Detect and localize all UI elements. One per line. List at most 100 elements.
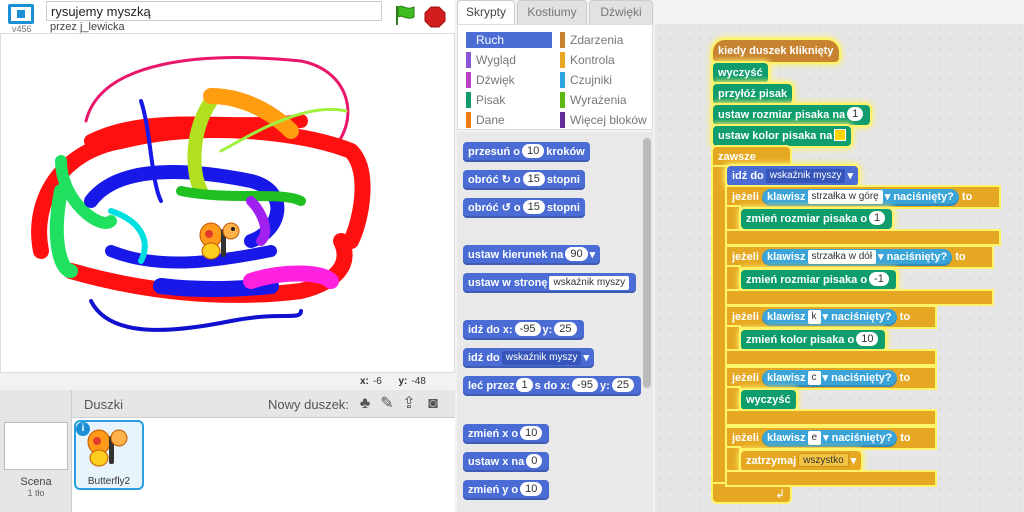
category-label: Kontrola — [570, 53, 615, 67]
project-title-input[interactable] — [46, 1, 382, 21]
category-data[interactable]: Dane — [466, 112, 552, 128]
category-pen[interactable]: Pisak — [466, 92, 552, 108]
hat-when-sprite-clicked[interactable]: kiedy duszek kliknięty — [713, 40, 839, 62]
category-control[interactable]: Kontrola — [560, 52, 650, 68]
choose-sprite-from-library-icon[interactable]: ♣ — [356, 395, 374, 413]
if-k-header: jeżeli klawisz k ▾ naciśnięty? to — [727, 307, 915, 327]
category-swatch — [560, 32, 565, 48]
category-swatch — [466, 72, 471, 88]
block-change-y[interactable]: zmień y o 10 — [463, 480, 550, 500]
sprite-name: Butterfly2 — [87, 476, 131, 487]
sprites-title: Duszki — [84, 397, 124, 412]
category-swatch — [466, 112, 471, 128]
category-label: Wygląd — [476, 53, 516, 67]
category-more-blocks[interactable]: Więcej bloków — [560, 112, 650, 128]
pen-color-swatch[interactable] — [834, 129, 847, 141]
if-down-foot — [727, 291, 992, 304]
category-swatch — [560, 72, 565, 88]
if-e-header: jeżeli klawisz e ▾ naciśnięty? to — [727, 428, 916, 448]
category-swatch — [560, 112, 565, 128]
block-stop-all[interactable]: zatrzymaj wszystko ▾ — [741, 451, 862, 471]
upload-sprite-icon[interactable]: ⇪ — [400, 395, 418, 413]
palette-scrollbar[interactable] — [643, 138, 651, 388]
category-swatch — [466, 92, 471, 108]
turn-right-icon: ↻ — [501, 174, 511, 186]
block-categories: Ruch Zdarzenia Wygląd Kontrola Dźwięk Cz… — [457, 24, 653, 130]
green-flag-icon[interactable] — [393, 4, 417, 26]
scene-backdrop-count: 1 tło — [27, 488, 45, 498]
scene-label: Scena — [20, 476, 52, 488]
block-turn-right[interactable]: obróć ↻ o 15 stopni — [463, 170, 585, 190]
block-glide[interactable]: leć przez 1 s do x: -95 y: 25 — [463, 376, 641, 396]
if-down-arm — [727, 267, 739, 291]
if-e-foot — [727, 472, 935, 485]
block-goto-xy[interactable]: idź do x: -95 y: 25 — [463, 320, 584, 340]
turn-left-icon: ↺ — [501, 202, 511, 214]
butterfly-thumbnail-icon — [87, 429, 128, 467]
category-swatch — [560, 52, 565, 68]
if-k-arm — [727, 327, 739, 351]
category-label: Ruch — [476, 33, 505, 47]
forever-label: zawsze — [718, 151, 756, 163]
block-move-steps[interactable]: przesuń o 10 kroków — [463, 142, 590, 162]
coord-x-value: -6 — [372, 376, 382, 387]
coord-y-label: y: — [398, 376, 408, 387]
new-sprite-label: Nowy duszek: — [268, 397, 349, 412]
pen-drawing — [31, 56, 371, 332]
sprite-pane-header — [72, 390, 455, 418]
block-change-pen-size-up[interactable]: zmień rozmiar pisaka o1 — [741, 209, 893, 229]
block-goto[interactable]: idź do wskaźnik myszy ▾ — [463, 348, 594, 368]
category-label: Więcej bloków — [570, 113, 647, 127]
stop-sign-icon[interactable] — [424, 6, 446, 28]
if-up-arm — [727, 207, 739, 231]
coord-x-label: x: — [360, 376, 369, 387]
category-motion[interactable]: Ruch — [466, 32, 552, 48]
category-operators[interactable]: Wyrażenia — [560, 92, 650, 108]
block-point-direction[interactable]: ustaw kierunek na 90 ▾ — [463, 245, 601, 265]
block-clear-inner[interactable]: wyczyść — [741, 390, 796, 410]
sprite-info-icon[interactable]: i — [76, 422, 90, 436]
camera-icon[interactable]: ◙ — [424, 395, 442, 413]
block-turn-left[interactable]: obróć ↺ o 15 stopni — [463, 198, 585, 218]
scene-thumbnail[interactable] — [4, 422, 68, 470]
block-point-towards[interactable]: ustaw w stronę wskaźnik myszy — [463, 273, 637, 293]
block-set-pen-color[interactable]: ustaw kolor pisaka na — [713, 126, 852, 146]
if-c-header: jeżeli klawisz c ▾ naciśnięty? to — [727, 368, 915, 388]
category-label: Czujniki — [570, 73, 613, 87]
block-clear[interactable]: wyczyść — [713, 63, 768, 83]
block-pen-down[interactable]: przyłóż pisak — [713, 84, 793, 104]
category-swatch — [466, 32, 471, 48]
block-change-x[interactable]: zmień x o 10 — [463, 424, 550, 444]
tab-scripts[interactable]: Skrypty — [457, 0, 515, 26]
category-swatch — [560, 92, 565, 108]
if-down-header: jeżeli klawisz strzałka w dół ▾ naciśnięty… — [727, 247, 971, 267]
category-swatch — [466, 52, 471, 68]
if-k-foot — [727, 351, 935, 364]
block-change-pen-size-down[interactable]: zmień rozmiar pisaka o -1 — [741, 270, 896, 290]
tab-sounds[interactable]: Dźwięki — [589, 0, 653, 24]
category-label: Wyrażenia — [570, 93, 627, 107]
butterfly-sprite[interactable] — [197, 219, 247, 264]
loop-arrow-icon: ↲ — [775, 487, 786, 501]
category-label: Pisak — [476, 93, 506, 107]
editor-tabs: Skrypty Kostiumy Dźwięki — [457, 0, 653, 26]
category-sensing[interactable]: Czujniki — [560, 72, 650, 88]
paint-new-sprite-icon[interactable]: ✎ — [378, 395, 396, 413]
tab-costumes[interactable]: Kostiumy — [517, 0, 587, 24]
mouse-coordinates: x: -6 y: -48 — [360, 376, 426, 387]
category-looks[interactable]: Wygląd — [466, 52, 552, 68]
block-change-pen-color[interactable]: zmień kolor pisaka o 10 — [741, 330, 886, 350]
stage-canvas[interactable] — [0, 33, 455, 373]
block-set-pen-size[interactable]: ustaw rozmiar pisaka na 1 — [713, 105, 871, 125]
fullscreen-icon[interactable] — [8, 4, 34, 24]
block-set-x[interactable]: ustaw x na 0 — [463, 452, 550, 472]
project-author: przez j_lewicka — [50, 21, 125, 33]
if-e-arm — [727, 448, 739, 472]
category-events[interactable]: Zdarzenia — [560, 32, 650, 48]
category-sound[interactable]: Dźwięk — [466, 72, 552, 88]
if-c-foot — [727, 411, 935, 424]
if-up-foot — [727, 231, 999, 244]
block-goto-mouse[interactable]: idź do wskaźnik myszy ▾ — [727, 166, 858, 186]
if-up-header: jeżeli klawisz strzałka w górę ▾ naciśnięt… — [727, 187, 977, 207]
if-c-arm — [727, 388, 739, 412]
